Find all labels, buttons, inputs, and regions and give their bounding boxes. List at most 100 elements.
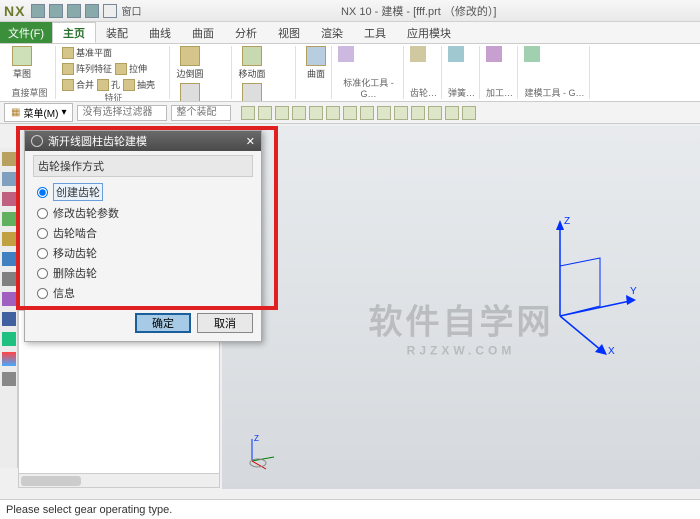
undo-icon[interactable] — [49, 4, 63, 18]
roles-icon[interactable] — [2, 312, 16, 326]
assembly-navigator-icon[interactable] — [2, 172, 16, 186]
gear-tool-icon[interactable] — [410, 46, 426, 62]
redo-icon[interactable] — [67, 4, 81, 18]
group-spring: 弹簧… — [448, 86, 475, 99]
extra-icon[interactable] — [2, 372, 16, 386]
sketch-button[interactable]: 草图 — [8, 46, 36, 80]
graphics-viewport[interactable]: 软件自学网 RJZXW.COM Z Y X Z — [222, 126, 700, 489]
group-standard: 标准化工具 - G… — [338, 76, 399, 99]
tab-home[interactable]: 主页 — [52, 22, 96, 43]
snap-icon[interactable] — [258, 106, 272, 120]
tab-surface[interactable]: 曲面 — [182, 22, 225, 43]
tab-analysis[interactable]: 分析 — [225, 22, 268, 43]
select-icon[interactable] — [275, 106, 289, 120]
view-triad: Z Y X — [530, 206, 640, 356]
zoom-icon[interactable] — [309, 106, 323, 120]
svg-text:Y: Y — [630, 286, 637, 297]
more-sync-button[interactable]: 更多 — [238, 83, 266, 102]
ok-button[interactable]: 确定 — [135, 313, 191, 333]
horizontal-scrollbar[interactable] — [19, 473, 219, 487]
unite-button[interactable]: 合并 — [62, 78, 94, 91]
spring-tool-icon[interactable] — [448, 46, 464, 62]
option-modify-params[interactable]: 修改齿轮参数 — [33, 203, 253, 223]
resource-bar — [0, 148, 18, 468]
close-icon[interactable]: ✕ — [246, 135, 255, 148]
pan-icon[interactable] — [326, 106, 340, 120]
tool-extra-icon[interactable] — [462, 106, 476, 120]
history-icon[interactable] — [2, 272, 16, 286]
clip-icon[interactable] — [428, 106, 442, 120]
app-logo: NX — [4, 3, 25, 19]
option-move-gear[interactable]: 移动齿轮 — [33, 243, 253, 263]
part-navigator-icon[interactable] — [2, 152, 16, 166]
hole-button[interactable]: 孔 — [97, 78, 120, 91]
watermark: 软件自学网 RJZXW.COM — [369, 294, 554, 357]
status-text: Please select gear operating type. — [6, 504, 172, 516]
dialog-titlebar[interactable]: 渐开线圆柱齿轮建模 ✕ — [25, 131, 261, 151]
perspective-icon[interactable] — [411, 106, 425, 120]
gear-icon — [31, 135, 43, 147]
quick-access-toolbar — [31, 4, 117, 18]
layer-icon[interactable] — [445, 106, 459, 120]
system-icon[interactable] — [2, 332, 16, 346]
option-create-gear[interactable]: 创建齿轮 — [33, 181, 253, 203]
browser-icon[interactable] — [2, 252, 16, 266]
ribbon: 草图 直接草图 基准平面 阵列特征 拉伸 合并 孔 抽壳 特征 边倒圆 更多 移… — [0, 44, 700, 102]
dialog-group-title: 齿轮操作方式 — [33, 155, 253, 177]
pattern-feature-button[interactable]: 阵列特征 — [62, 62, 112, 75]
wireframe-icon[interactable] — [377, 106, 391, 120]
save-icon[interactable] — [31, 4, 45, 18]
machining-tool-icon[interactable] — [486, 46, 502, 62]
option-delete-gear[interactable]: 删除齿轮 — [33, 263, 253, 283]
tab-view[interactable]: 视图 — [268, 22, 311, 43]
tab-tools[interactable]: 工具 — [354, 22, 397, 43]
rotate-icon[interactable] — [343, 106, 357, 120]
group-gear: 齿轮… — [410, 86, 437, 99]
tab-curve[interactable]: 曲线 — [139, 22, 182, 43]
edges-icon[interactable] — [394, 106, 408, 120]
move-face-button[interactable]: 移动面 — [238, 46, 266, 80]
view-fit-icon[interactable] — [292, 106, 306, 120]
selection-bar: ▦菜单(M)▾ — [0, 102, 700, 124]
group-modeling: 建模工具 - G… — [524, 86, 585, 99]
option-info[interactable]: 信息 — [33, 283, 253, 303]
reuse-library-icon[interactable] — [2, 212, 16, 226]
edge-blend-button[interactable]: 边倒圆 — [176, 46, 204, 80]
constraint-navigator-icon[interactable] — [2, 192, 16, 206]
datum-plane-button[interactable]: 基准平面 — [62, 46, 112, 59]
tab-render[interactable]: 渲染 — [311, 22, 354, 43]
selection-filter-input[interactable] — [77, 105, 167, 121]
svg-text:Z: Z — [254, 434, 259, 443]
wcs-triad: Z — [242, 431, 282, 471]
svg-text:X: X — [608, 346, 615, 356]
process-studio-icon[interactable] — [2, 292, 16, 306]
filter-icon[interactable] — [241, 106, 255, 120]
more-feature-button[interactable]: 更多 — [176, 83, 204, 102]
gear-dialog: 渐开线圆柱齿轮建模 ✕ 齿轮操作方式 创建齿轮 修改齿轮参数 齿轮啮合 移动齿轮… — [24, 130, 262, 342]
window-title: NX 10 - 建模 - [fff.prt （修改的）] — [141, 3, 696, 19]
menu-bar: 文件(F) 主页 装配 曲线 曲面 分析 视图 渲染 工具 应用模块 — [0, 22, 700, 44]
tab-assembly[interactable]: 装配 — [96, 22, 139, 43]
surface-button[interactable]: 曲面 — [302, 46, 330, 80]
shade-icon[interactable] — [360, 106, 374, 120]
cancel-button[interactable]: 取消 — [197, 313, 253, 333]
standard-tool-icon[interactable] — [338, 46, 354, 62]
status-bar: Please select gear operating type. — [0, 499, 700, 519]
copy-icon[interactable] — [85, 4, 99, 18]
svg-text:Z: Z — [564, 216, 570, 227]
extrude-button[interactable]: 拉伸 — [115, 62, 147, 75]
shell-button[interactable]: 抽壳 — [123, 78, 155, 91]
tab-application[interactable]: 应用模块 — [397, 22, 462, 43]
palette-icon[interactable] — [2, 352, 16, 366]
window-menu[interactable]: 窗口 — [121, 3, 141, 18]
group-sketch: 直接草图 — [8, 86, 51, 99]
option-gear-mesh[interactable]: 齿轮啮合 — [33, 223, 253, 243]
hd3d-icon[interactable] — [2, 232, 16, 246]
selection-scope-input[interactable] — [171, 105, 231, 121]
group-machining: 加工… — [486, 86, 513, 99]
window-icon[interactable] — [103, 4, 117, 18]
menu-button[interactable]: ▦菜单(M)▾ — [4, 103, 73, 122]
file-menu[interactable]: 文件(F) — [0, 22, 52, 43]
group-feature: 特征 — [62, 91, 165, 102]
modeling-tool-icon[interactable] — [524, 46, 540, 62]
